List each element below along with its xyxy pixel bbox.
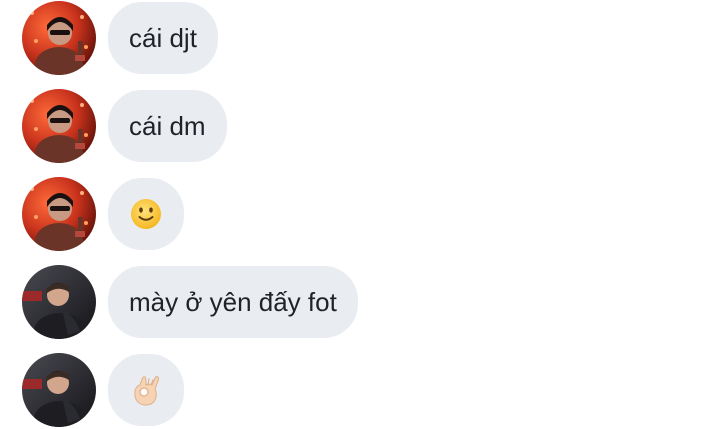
ok-hand-icon <box>134 376 159 406</box>
message-text: cái djt <box>129 22 197 53</box>
message-text: cái dm <box>129 110 206 141</box>
message-bubble[interactable] <box>108 354 184 426</box>
message-row <box>0 353 720 429</box>
message-text: mày ở yên đấy fot <box>129 286 337 317</box>
message-bubble[interactable] <box>108 178 184 250</box>
red-avatar-icon[interactable] <box>22 89 96 163</box>
dark-avatar-icon[interactable] <box>22 353 96 427</box>
message-row: mày ở yên đấy fot <box>0 265 720 341</box>
message-bubble[interactable]: mày ở yên đấy fot <box>108 266 358 338</box>
red-avatar-icon[interactable] <box>22 177 96 251</box>
dark-avatar-icon[interactable] <box>22 265 96 339</box>
slightly-smiling-face-icon <box>131 199 161 229</box>
message-row: cái dm <box>0 89 720 165</box>
message-row: cái djt <box>0 1 720 77</box>
red-avatar-icon[interactable] <box>22 1 96 75</box>
message-bubble[interactable]: cái djt <box>108 2 218 74</box>
message-bubble[interactable]: cái dm <box>108 90 227 162</box>
message-row <box>0 177 720 253</box>
